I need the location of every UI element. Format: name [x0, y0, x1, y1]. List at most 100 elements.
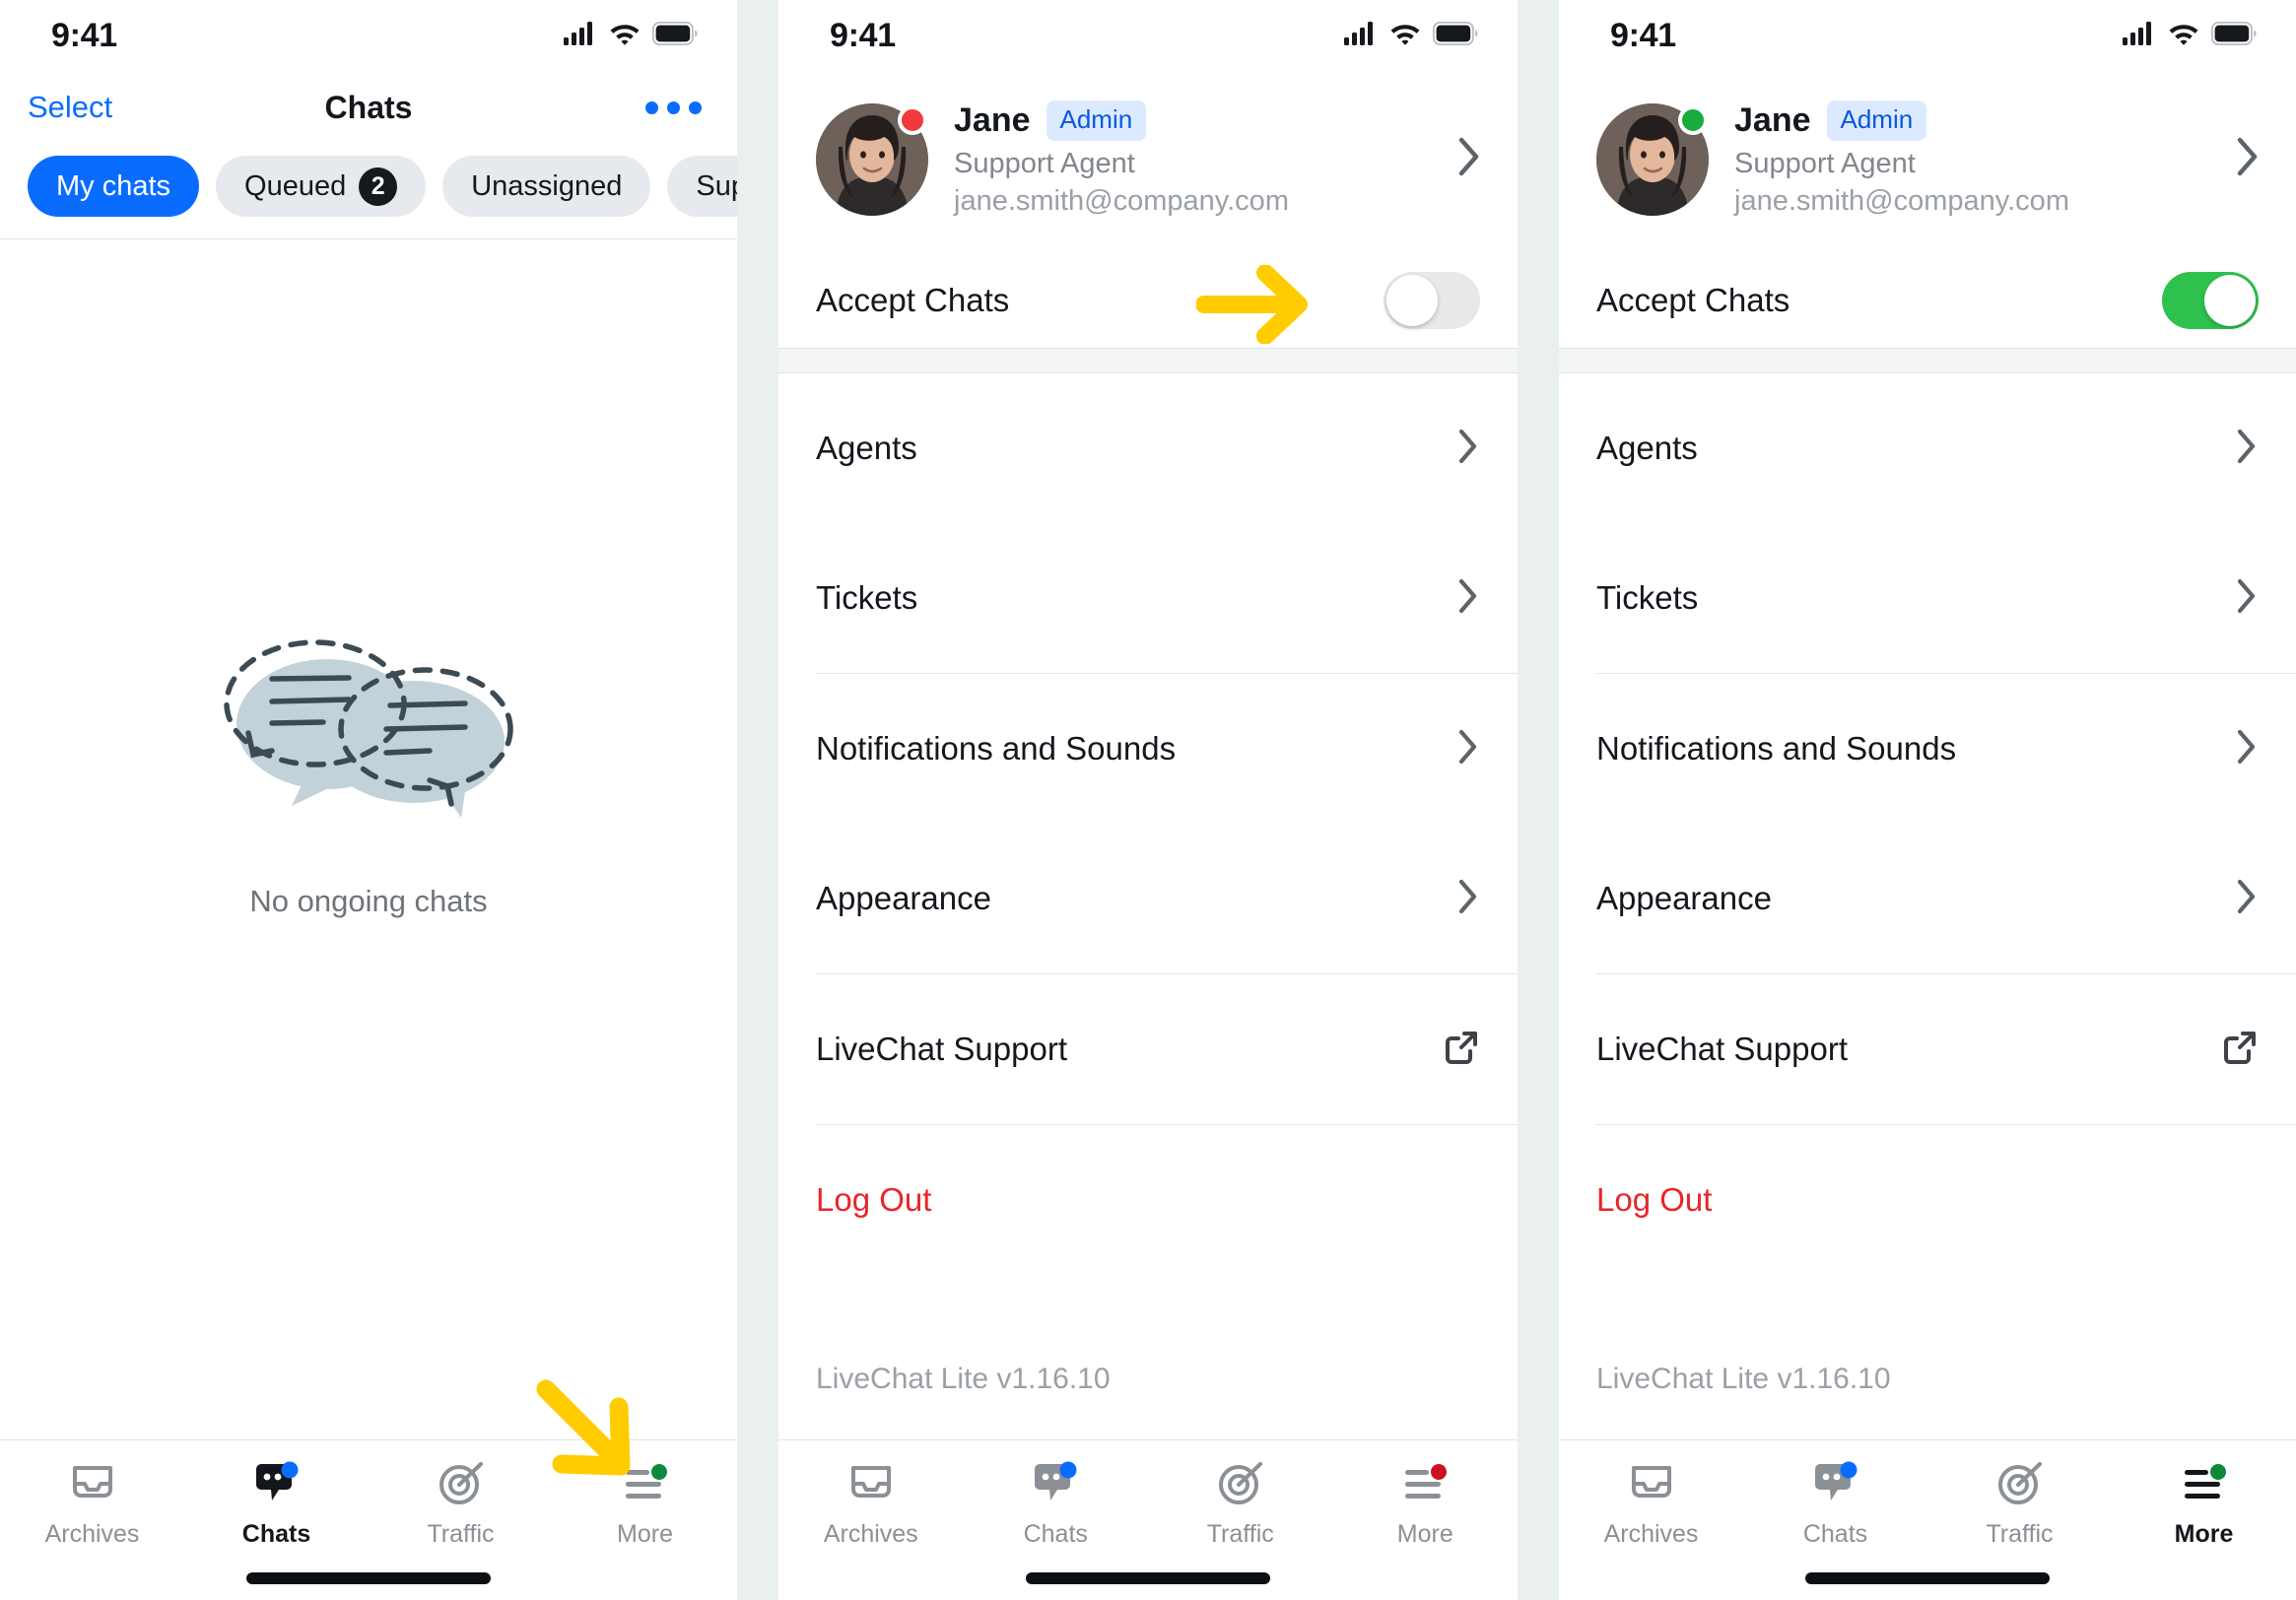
tab-chats[interactable]: Chats	[184, 1458, 369, 1549]
select-button[interactable]: Select	[28, 90, 112, 125]
status-dot-online	[1678, 104, 1708, 135]
status-bar: 9:41	[1559, 0, 2296, 71]
menu-item-label: LiveChat Support	[816, 1031, 1067, 1067]
status-bar-icons	[1344, 21, 1478, 50]
settings-menu: Agents Tickets Notifications and Sounds …	[778, 373, 1518, 1275]
archive-inbox-icon	[69, 1458, 116, 1509]
queued-count-badge: 2	[359, 167, 398, 206]
archive-inbox-icon	[1628, 1458, 1675, 1509]
avatar	[1596, 102, 1709, 216]
menu-item-label: Appearance	[1596, 880, 1772, 916]
tab-archives[interactable]: Archives	[778, 1458, 964, 1549]
two-speech-bubbles-icon	[221, 613, 516, 834]
annotation-arrow-to-toggle	[1196, 265, 1308, 344]
wifi-icon	[1389, 22, 1421, 50]
tab-more[interactable]: More	[1333, 1458, 1519, 1549]
menu-item-tickets[interactable]: Tickets	[778, 523, 1518, 673]
accept-chats-toggle[interactable]	[1384, 272, 1480, 329]
tab-archives[interactable]: Archives	[1559, 1458, 1743, 1549]
status-bar-icons	[2123, 21, 2257, 50]
tab-label: More	[2174, 1520, 2234, 1548]
filter-chip-queued[interactable]: Queued 2	[216, 156, 427, 217]
tab-chats[interactable]: Chats	[964, 1458, 1149, 1549]
accept-chats-toggle[interactable]	[2162, 272, 2259, 329]
accept-chats-row[interactable]: Accept Chats	[1559, 253, 2296, 348]
tab-label: Archives	[1603, 1520, 1699, 1548]
tab-traffic[interactable]: Traffic	[369, 1458, 553, 1549]
chat-bubble-icon	[252, 1458, 302, 1509]
home-indicator	[1805, 1572, 2050, 1584]
tab-more[interactable]: More	[2112, 1458, 2296, 1549]
menu-item-label: Appearance	[816, 880, 991, 916]
empty-state-caption: No ongoing chats	[249, 883, 488, 918]
chevron-right-icon	[1456, 727, 1480, 771]
tab-label: Chats	[1023, 1520, 1088, 1548]
hamburger-menu-icon	[622, 1458, 669, 1509]
menu-item-livechat-support[interactable]: LiveChat Support	[778, 974, 1518, 1124]
filter-chip-unassigned[interactable]: Unassigned	[442, 156, 651, 217]
menu-item-appearance[interactable]: Appearance	[1559, 824, 2296, 973]
chevron-right-icon	[2235, 135, 2261, 183]
home-indicator	[1026, 1572, 1270, 1584]
hamburger-menu-icon	[2181, 1458, 2228, 1509]
status-dot-offline	[898, 104, 927, 135]
phone-panel-more-accept-off: 9:41 Jane Admin Support Agent jane.smith…	[778, 0, 1518, 1600]
profile-row[interactable]: Jane Admin Support Agent jane.smith@comp…	[1559, 71, 2296, 253]
settings-menu: Agents Tickets Notifications and Sounds …	[1559, 373, 2296, 1275]
target-icon	[1217, 1458, 1264, 1509]
tab-archives[interactable]: Archives	[0, 1458, 184, 1549]
tab-more[interactable]: More	[553, 1458, 737, 1549]
filter-chip-label: Unassigned	[471, 169, 623, 202]
avatar	[816, 102, 928, 216]
archive-inbox-icon	[847, 1458, 895, 1509]
menu-item-agents[interactable]: Agents	[778, 373, 1518, 523]
tab-chats[interactable]: Chats	[1743, 1458, 1927, 1549]
menu-item-tickets[interactable]: Tickets	[1559, 523, 2296, 673]
home-indicator	[246, 1572, 491, 1584]
section-divider	[778, 348, 1518, 373]
status-bar: 9:41	[0, 0, 737, 71]
menu-item-notifications-and-sounds[interactable]: Notifications and Sounds	[778, 674, 1518, 824]
menu-item-agents[interactable]: Agents	[1559, 373, 2296, 523]
menu-item-log-out[interactable]: Log Out	[778, 1125, 1518, 1275]
bottom-tab-bar: Archives Chats Traffic More	[0, 1439, 737, 1600]
filter-chip-my-chats[interactable]: My chats	[28, 156, 200, 217]
menu-item-notifications-and-sounds[interactable]: Notifications and Sounds	[1559, 674, 2296, 824]
tab-label: Archives	[44, 1520, 140, 1548]
filter-chip-label: Queued	[244, 169, 347, 202]
app-version-label: LiveChat Lite v1.16.10	[816, 1363, 1111, 1395]
chat-filter-chips[interactable]: My chats Queued 2 Unassigned Supervis	[0, 144, 737, 238]
chat-bubble-icon	[1811, 1458, 1860, 1509]
chevron-right-icon	[1456, 427, 1480, 471]
section-divider	[1559, 348, 2296, 373]
profile-row[interactable]: Jane Admin Support Agent jane.smith@comp…	[778, 71, 1518, 253]
ellipsis-icon[interactable]	[645, 100, 702, 114]
role-badge: Admin	[1046, 100, 1147, 141]
filter-chip-supervising[interactable]: Supervis	[667, 156, 737, 217]
battery-icon	[1432, 21, 1478, 50]
external-link-icon	[2221, 1029, 2259, 1071]
menu-item-label: Agents	[1596, 430, 1698, 466]
status-bar: 9:41	[778, 0, 1518, 71]
menu-item-appearance[interactable]: Appearance	[778, 824, 1518, 973]
menu-item-livechat-support[interactable]: LiveChat Support	[1559, 974, 2296, 1124]
target-icon	[1996, 1458, 2044, 1509]
tab-label: Archives	[823, 1520, 918, 1548]
bottom-tab-bar: Archives Chats Traffic More	[1559, 1439, 2296, 1600]
filter-chip-label: My chats	[56, 169, 171, 202]
tab-traffic[interactable]: Traffic	[1148, 1458, 1333, 1549]
profile-email: jane.smith@company.com	[954, 185, 1289, 217]
tab-label: Traffic	[1206, 1520, 1274, 1548]
menu-item-label: Agents	[816, 430, 917, 466]
status-bar-clock: 9:41	[51, 16, 117, 54]
profile-email: jane.smith@company.com	[1734, 185, 2069, 217]
wifi-icon	[609, 22, 641, 50]
menu-item-label: Log Out	[816, 1181, 932, 1218]
phone-panel-chats: 9:41 Select Chats My chats Queued 2 Unas…	[0, 0, 737, 1600]
accept-chats-row[interactable]: Accept Chats	[778, 253, 1518, 348]
app-version-label: LiveChat Lite v1.16.10	[1596, 1363, 1891, 1395]
tab-traffic[interactable]: Traffic	[1927, 1458, 2112, 1549]
external-link-icon	[1443, 1029, 1480, 1071]
menu-item-log-out[interactable]: Log Out	[1559, 1125, 2296, 1275]
accept-chats-label: Accept Chats	[1596, 282, 1790, 318]
